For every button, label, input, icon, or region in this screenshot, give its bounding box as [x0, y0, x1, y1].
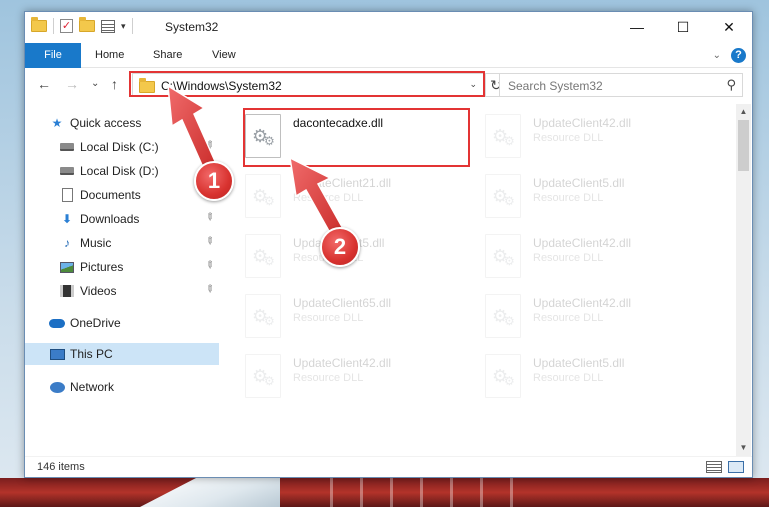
annotation-arrows — [167, 84, 348, 241]
step-1-badge: 1 — [194, 161, 234, 201]
step-2-badge: 2 — [320, 227, 360, 267]
